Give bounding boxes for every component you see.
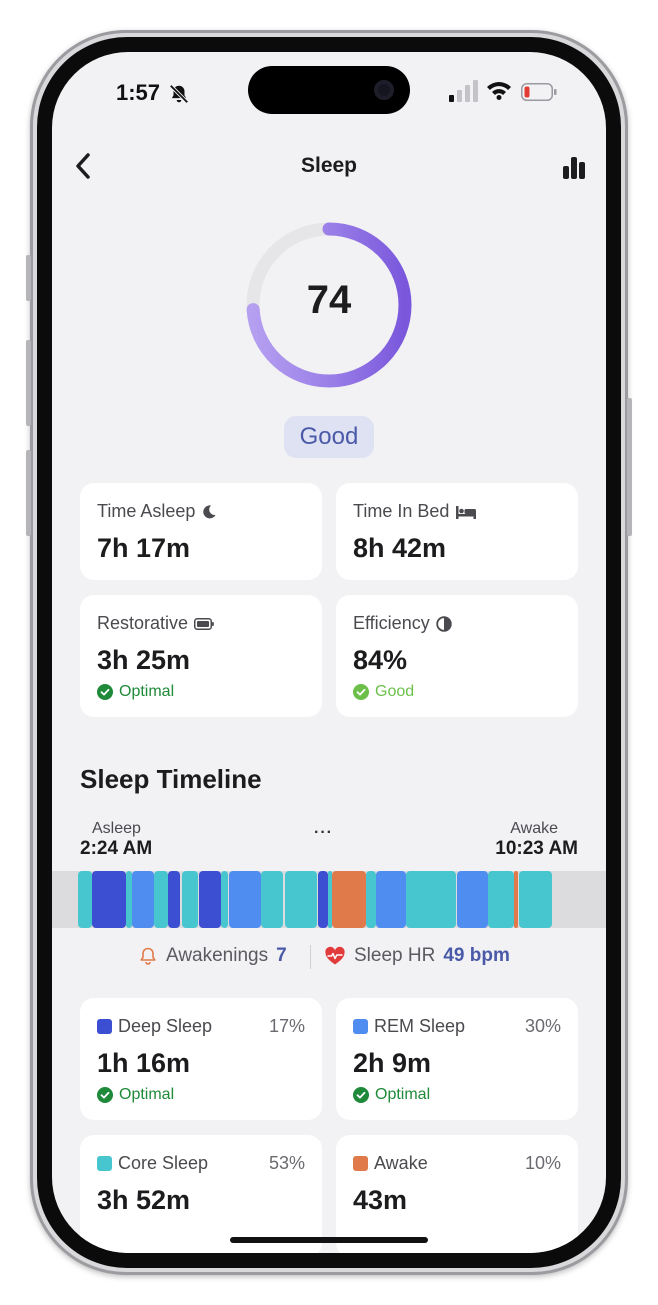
bell-icon [140,947,156,965]
timeline-more-indicator[interactable]: ··· [314,824,333,842]
timeline-segment-core [285,871,317,928]
timeline-segment-core [406,871,456,928]
home-indicator[interactable] [230,1237,428,1243]
timeline-segment-rem [457,871,488,928]
volume-down-button [26,450,31,536]
battery-icon [194,617,214,630]
bell-off-icon [169,84,189,104]
awake-swatch [353,1156,368,1171]
bar-chart-icon[interactable] [562,156,586,180]
timeline-start-time: 2:24 AM [80,838,153,859]
timeline-end-time: 10:23 AM [495,838,578,859]
time-asleep-label: Time Asleep [97,501,217,522]
deep-sleep-label: Deep Sleep [97,1016,212,1037]
rem-sleep-percent: 30% [524,1016,561,1036]
timeline-segment-core [78,871,92,928]
timeline-segment-deep [168,871,180,928]
silent-switch [26,255,31,301]
timeline-segment-rem [132,871,154,928]
deep-sleep-status: Optimal [97,1086,174,1104]
timeline-segment-deep [199,871,221,928]
timeline-segment-core [182,871,198,928]
heart-rate-icon [325,946,345,965]
time-in-bed-label: Time In Bed [353,501,477,522]
timeline-segment-awake [514,871,518,928]
summary-divider [310,945,311,969]
time-asleep-card[interactable]: Time Asleep 7h 17m [80,483,322,580]
efficiency-value: 84% [353,645,408,675]
rem-sleep-card[interactable]: REM Sleep 30% 2h 9m Optimal [336,998,578,1120]
time-asleep-value: 7h 17m [97,533,191,563]
timeline-segment-deep [318,871,328,928]
timeline-end-label: Awake [510,820,558,837]
moon-icon [203,504,216,518]
check-circle-icon [353,684,369,700]
cellular-signal-icon [449,80,478,102]
page-title: Sleep [300,154,358,177]
timeline-segment-core [154,871,168,928]
awakenings-summary: Awakenings 7 [138,945,287,967]
volume-up-button [26,340,31,426]
app-screen: 1:57 Sleep 74 Good Time Asleep 7h 17m Ti… [52,52,606,1253]
sleep-timeline-chart[interactable] [52,871,606,928]
timeline-start-label: Asleep [92,820,141,837]
rem-sleep-label: REM Sleep [353,1016,465,1037]
timeline-segment-core [221,871,228,928]
timeline-segment-deep [92,871,126,928]
wifi-icon [487,82,511,100]
awake-label: Awake [353,1153,428,1174]
rem-sleep-swatch [353,1019,368,1034]
rem-sleep-value: 2h 9m [353,1048,432,1078]
restorative-label: Restorative [97,613,214,634]
sleep-score-badge: Good [284,416,374,458]
battery-low-icon [521,83,557,101]
timeline-segment-awake [332,871,366,928]
check-circle-icon [97,684,113,700]
timeline-segment-core [261,871,283,928]
awake-card[interactable]: Awake 10% 43m [336,1135,578,1253]
core-sleep-value: 3h 52m [97,1185,191,1215]
half-circle-icon [436,615,452,632]
rem-sleep-status: Optimal [353,1086,430,1104]
check-circle-icon [97,1087,113,1103]
restorative-card[interactable]: Restorative 3h 25m Optimal [80,595,322,717]
deep-sleep-value: 1h 16m [97,1048,191,1078]
deep-sleep-card[interactable]: Deep Sleep 17% 1h 16m Optimal [80,998,322,1120]
awake-percent: 10% [524,1153,561,1173]
bed-icon [456,505,477,519]
sleep-hr-summary: Sleep HR 49 bpm [324,945,510,967]
deep-sleep-percent: 17% [268,1016,305,1036]
core-sleep-label: Core Sleep [97,1153,208,1174]
awake-value: 43m [353,1185,408,1215]
core-sleep-percent: 53% [268,1153,305,1173]
timeline-segment-core [519,871,552,928]
deep-sleep-swatch [97,1019,112,1034]
efficiency-status: Good [353,683,414,701]
core-sleep-card[interactable]: Core Sleep 53% 3h 52m [80,1135,322,1253]
timeline-segment-rem [376,871,406,928]
check-circle-icon [353,1087,369,1103]
efficiency-card[interactable]: Efficiency 84% Good [336,595,578,717]
time-in-bed-card[interactable]: Time In Bed 8h 42m [336,483,578,580]
efficiency-label: Efficiency [353,613,452,634]
restorative-value: 3h 25m [97,645,191,675]
timeline-segment-core [366,871,376,928]
power-button [627,398,632,536]
core-sleep-swatch [97,1156,112,1171]
sleep-score-value: 74 [306,278,352,322]
timeline-segment-core [488,871,514,928]
front-camera [374,80,394,100]
restorative-status: Optimal [97,683,174,701]
time-in-bed-value: 8h 42m [353,533,447,563]
sleep-timeline-title: Sleep Timeline [80,764,262,794]
status-time: 1:57 [116,80,161,105]
timeline-segment-rem [229,871,261,928]
